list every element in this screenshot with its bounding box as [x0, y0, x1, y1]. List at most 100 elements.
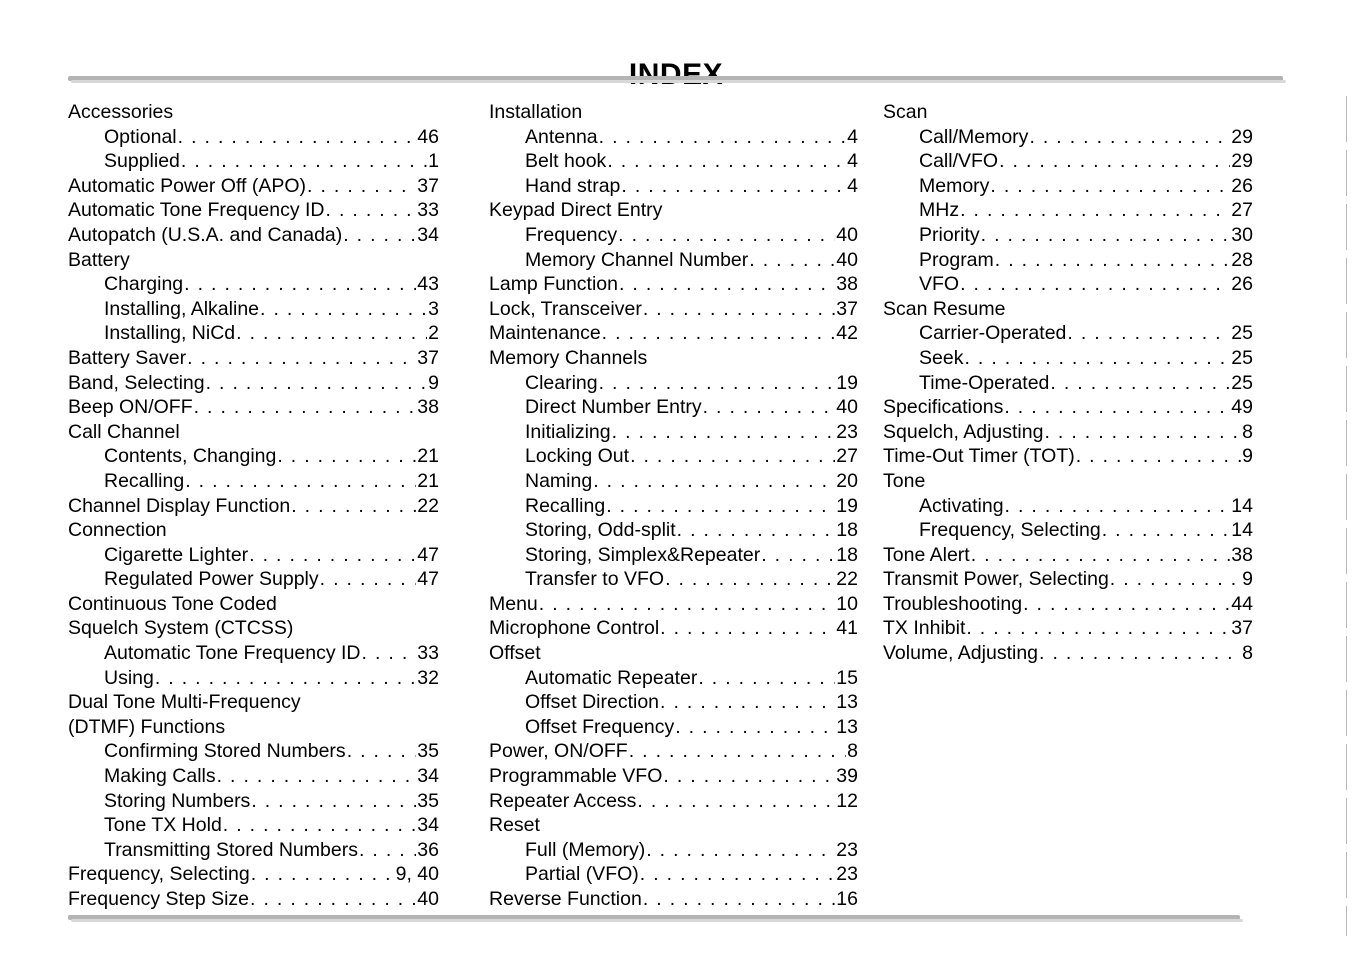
index-entry-label: Battery Saver: [68, 346, 187, 369]
index-entry-page-number: 12: [836, 789, 858, 812]
index-entry-leader: . . . . . . . . . . . . . . . . . . . . …: [291, 494, 416, 517]
index-entry: Tone Alert. . . . . . . . . . . . . . . …: [883, 543, 1253, 568]
index-entry-label: Regulated Power Supply: [104, 568, 319, 591]
index-entry: Seek. . . . . . . . . . . . . . . . . . …: [883, 346, 1253, 371]
index-entry-label: Time-Out Timer (TOT): [883, 445, 1075, 468]
index-entry-label: Optional: [104, 125, 177, 148]
index-group-heading: Reset. . . . . . . . . . . . . . . . . .…: [489, 813, 858, 838]
index-entry-leader: . . . . . . . . . . . . . . . . . . . . …: [277, 445, 416, 468]
index-entry-leader: . . . . . . . . . . . . . . . . . . . . …: [994, 248, 1231, 271]
index-group-heading: Offset. . . . . . . . . . . . . . . . . …: [489, 641, 858, 666]
index-entry: Frequency, Selecting. . . . . . . . . . …: [68, 862, 439, 887]
index-entry-leader: . . . . . . . . . . . . . . . . . . . . …: [598, 125, 846, 148]
index-entry-leader: . . . . . . . . . . . . . . . . . . . . …: [642, 297, 835, 320]
index-entry-page-number: 4: [847, 150, 858, 173]
index-entry-label: Menu: [489, 592, 538, 615]
index-entry-page-number: 41: [836, 617, 858, 640]
index-entry-page-number: 23: [836, 838, 858, 861]
index-entry-label: Frequency, Selecting: [919, 519, 1101, 542]
index-entry: Lamp Function. . . . . . . . . . . . . .…: [489, 272, 858, 297]
index-entry-leader: . . . . . . . . . . . . . . . . . . . . …: [205, 371, 428, 394]
index-entry-leader: . . . . . . . . . . . . . . . . . . . . …: [343, 223, 416, 246]
index-entry-page-number: 35: [417, 740, 439, 763]
index-entry: Memory Channel Number. . . . . . . . . .…: [489, 248, 858, 273]
index-entry-label: TX Inhibit: [883, 617, 966, 640]
index-entry-label: Memory: [919, 174, 990, 197]
index-entry-leader: . . . . . . . . . . . . . . . . . . . . …: [598, 371, 836, 394]
index-group-heading: (DTMF) Functions. . . . . . . . . . . . …: [68, 715, 439, 740]
index-entry-label: Tone Alert: [883, 543, 970, 566]
index-entry-leader: . . . . . . . . . . . . . . . . . . . . …: [154, 666, 417, 689]
index-entry-leader: . . . . . . . . . . . . . . . . . . . . …: [1101, 519, 1231, 542]
index-entry-label: Programmable VFO: [489, 765, 663, 788]
index-entry: Storing, Simplex&Repeater. . . . . . . .…: [489, 543, 858, 568]
index-entry-label: Direct Number Entry: [525, 396, 702, 419]
index-entry-page-number: 21: [417, 445, 439, 468]
index-entry: Automatic Repeater. . . . . . . . . . . …: [489, 666, 858, 691]
index-entry-page-number: 34: [417, 814, 439, 837]
index-entry-leader: . . . . . . . . . . . . . . . . . . . . …: [960, 273, 1230, 296]
index-entry-label: Reverse Function: [489, 888, 642, 910]
index-entry-page-number: 37: [417, 174, 439, 197]
index-entry-page-number: 46: [417, 125, 439, 148]
index-entry-label: Dual Tone Multi-Frequency: [68, 691, 301, 714]
index-entry-leader: . . . . . . . . . . . . . . . . . . . . …: [325, 199, 417, 222]
index-entry-page-number: 25: [1231, 346, 1253, 369]
index-entry-page-number: 18: [836, 543, 858, 566]
index-entry-page-number: 47: [417, 568, 439, 591]
index-entry-leader: . . . . . . . . . . . . . . . . . . . . …: [1039, 642, 1241, 665]
index-entry-leader: . . . . . . . . . . . . . . . . . . . . …: [193, 396, 417, 419]
index-entry-label: Recalling: [104, 469, 185, 492]
index-entry: Beep ON/OFF. . . . . . . . . . . . . . .…: [68, 395, 439, 420]
index-entry-leader: . . . . . . . . . . . . . . . . . . . . …: [660, 691, 835, 714]
index-entry: Autopatch (U.S.A. and Canada). . . . . .…: [68, 223, 439, 248]
index-entry-leader: . . . . . . . . . . . . . . . . . . . . …: [593, 469, 835, 492]
index-group-heading: Scan. . . . . . . . . . . . . . . . . . …: [883, 100, 1253, 125]
index-entry-leader: . . . . . . . . . . . . . . . . . . . . …: [177, 125, 417, 148]
index-entry-label: Program: [919, 248, 994, 271]
index-entry-page-number: 27: [836, 445, 858, 468]
index-entry-label: Maintenance: [489, 322, 601, 345]
index-entry: Call/Memory. . . . . . . . . . . . . . .…: [883, 125, 1253, 150]
index-entry-leader: . . . . . . . . . . . . . . . . . . . . …: [601, 322, 836, 345]
index-group-heading: Squelch System (CTCSS). . . . . . . . . …: [68, 616, 439, 641]
index-entry-leader: . . . . . . . . . . . . . . . . . . . . …: [184, 273, 416, 296]
index-entry-label: Automatic Power Off (APO): [68, 174, 307, 197]
index-entry: Initializing. . . . . . . . . . . . . . …: [489, 420, 858, 445]
index-entry-leader: . . . . . . . . . . . . . . . . . . . . …: [611, 420, 836, 443]
index-entry-leader: . . . . . . . . . . . . . . . . . . . . …: [619, 273, 835, 296]
index-entry-leader: . . . . . . . . . . . . . . . . . . . . …: [1029, 125, 1230, 148]
index-entry: Programmable VFO. . . . . . . . . . . . …: [489, 764, 858, 789]
index-entry-page-number: 38: [1231, 543, 1253, 566]
index-group-heading: Connection. . . . . . . . . . . . . . . …: [68, 518, 439, 543]
index-entry-page-number: 21: [417, 469, 439, 492]
index-entry: Clearing. . . . . . . . . . . . . . . . …: [489, 371, 858, 396]
index-entry-label: Priority: [919, 223, 980, 246]
index-entry-label: Call Channel: [68, 420, 180, 443]
index-entry: Volume, Adjusting. . . . . . . . . . . .…: [883, 641, 1253, 666]
index-entry: Offset Frequency. . . . . . . . . . . . …: [489, 715, 858, 740]
index-entry: Installing, NiCd. . . . . . . . . . . . …: [68, 321, 439, 346]
index-entry: Optional. . . . . . . . . . . . . . . . …: [68, 125, 439, 150]
index-column-1: Accessories. . . . . . . . . . . . . . .…: [68, 100, 439, 912]
index-entry-page-number: 23: [836, 420, 858, 443]
index-entry-page-number: 37: [836, 297, 858, 320]
index-entry: Channel Display Function. . . . . . . . …: [68, 494, 439, 519]
index-entry-label: Naming: [525, 469, 593, 492]
index-entry-leader: . . . . . . . . . . . . . . . . . . . . …: [1067, 322, 1230, 345]
index-entry-label: Belt hook: [525, 150, 607, 173]
index-entry: Band, Selecting. . . . . . . . . . . . .…: [68, 371, 439, 396]
index-entry-label: Contents, Changing: [104, 445, 277, 468]
index-group-heading: Call Channel. . . . . . . . . . . . . . …: [68, 420, 439, 445]
index-entry-label: Offset Direction: [525, 691, 660, 714]
index-entry-page-number: 9: [428, 371, 439, 394]
index-entry-label: Channel Display Function: [68, 494, 291, 517]
index-entry: Installing, Alkaline. . . . . . . . . . …: [68, 297, 439, 322]
index-entry-page-number: 43: [417, 273, 439, 296]
index-entry-page-number: 8: [847, 740, 858, 763]
index-entry-label: Call/Memory: [919, 125, 1029, 148]
index-entry-page-number: 40: [417, 888, 439, 910]
index-entry-page-number: 13: [836, 715, 858, 738]
index-entry-page-number: 29: [1231, 125, 1253, 148]
index-entry-label: Volume, Adjusting: [883, 642, 1039, 665]
